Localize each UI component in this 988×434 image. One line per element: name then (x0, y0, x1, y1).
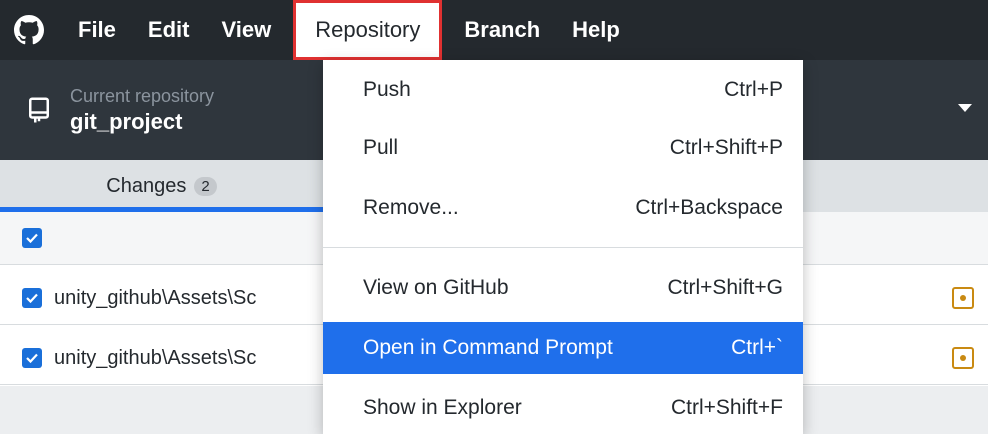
menu-item-label: Push (363, 78, 411, 101)
repository-icon (29, 97, 49, 123)
chevron-down-icon[interactable] (958, 104, 972, 112)
modified-icon (952, 347, 974, 369)
github-logo-icon (0, 0, 58, 60)
repository-menu: Push Ctrl+P Pull Ctrl+Shift+P Remove... … (323, 60, 803, 434)
menu-item-shortcut: Ctrl+Shift+P (669, 136, 783, 159)
menu-item-label: Pull (363, 136, 399, 159)
current-repository-caption: Current repository (70, 85, 215, 106)
menu-file[interactable]: File (58, 0, 132, 60)
menu-item-shortcut: Ctrl+Shift+G (667, 276, 783, 299)
menu-edit[interactable]: Edit (132, 0, 206, 60)
changes-count-badge: 2 (194, 176, 217, 196)
menu-branch[interactable]: Branch (448, 0, 556, 60)
menu-item-label: View on GitHub (363, 276, 509, 299)
menu-item-push[interactable]: Push Ctrl+P (323, 64, 803, 116)
menu-item-shortcut: Ctrl+` (731, 336, 783, 359)
check-icon (26, 293, 38, 304)
menu-repository[interactable]: Repository (293, 0, 443, 60)
menu-item-view-on-github[interactable]: View on GitHub Ctrl+Shift+G (323, 262, 803, 314)
menu-bar: File Edit View Repository Branch Help (0, 0, 988, 60)
tab-changes-label: Changes (106, 174, 187, 197)
menu-item-shortcut: Ctrl+P (724, 78, 783, 101)
menu-item-shortcut: Ctrl+Shift+F (670, 396, 783, 419)
file-checkbox[interactable] (22, 348, 42, 368)
select-all-checkbox[interactable] (22, 228, 42, 248)
menu-item-label: Open in Command Prompt (363, 336, 613, 359)
menu-help[interactable]: Help (556, 0, 636, 60)
menu-item-label: Remove... (363, 196, 459, 219)
tab-changes[interactable]: Changes 2 (0, 160, 323, 212)
file-path: unity_github\Assets\Sc (54, 346, 257, 369)
menu-separator (323, 247, 803, 248)
modified-icon (952, 287, 974, 309)
menu-item-pull[interactable]: Pull Ctrl+Shift+P (323, 122, 803, 174)
menu-item-label: Show in Explorer (363, 396, 522, 419)
menu-item-remove[interactable]: Remove... Ctrl+Backspace (323, 182, 803, 234)
menu-item-open-in-command-prompt[interactable]: Open in Command Prompt Ctrl+` (323, 322, 803, 374)
file-checkbox[interactable] (22, 288, 42, 308)
menu-view[interactable]: View (205, 0, 287, 60)
check-icon (26, 353, 38, 364)
check-icon (26, 233, 38, 244)
current-repository-name: git_project (70, 108, 183, 134)
current-repository[interactable]: Current repository git_project (70, 86, 214, 135)
menu-item-shortcut: Ctrl+Backspace (635, 196, 783, 219)
file-path: unity_github\Assets\Sc (54, 286, 257, 309)
menu-item-show-in-explorer[interactable]: Show in Explorer Ctrl+Shift+F (323, 382, 803, 434)
